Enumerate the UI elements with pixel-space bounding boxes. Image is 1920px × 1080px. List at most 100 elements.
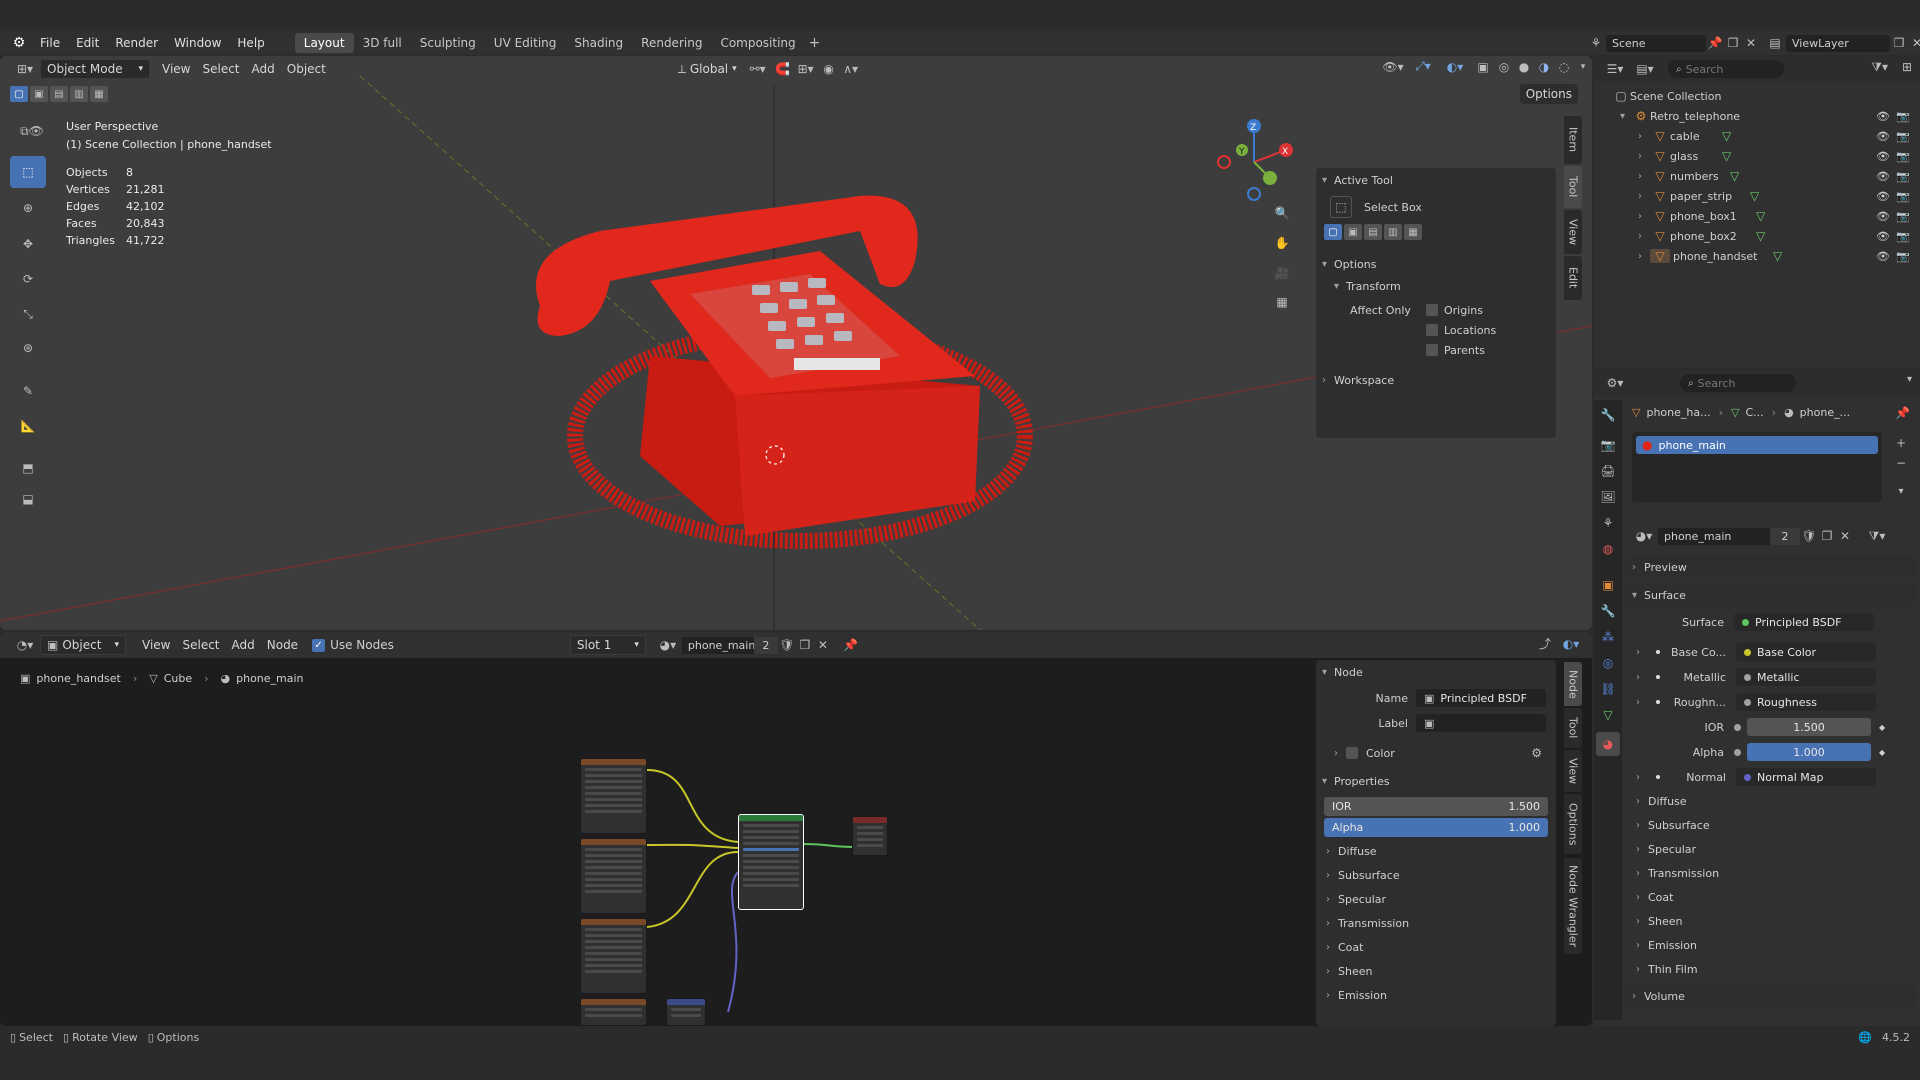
add-object-tool-icon[interactable]: ⬓ — [10, 484, 46, 514]
node-subsection-specular[interactable]: › Specular — [1316, 887, 1556, 911]
menu-window[interactable]: Window — [174, 36, 221, 50]
filter-icon[interactable]: ⧩▾ — [1871, 60, 1888, 75]
outliner-item[interactable]: › ▽ paper_strip ▽ 👁 📷 — [1594, 186, 1920, 206]
scale-tool-icon[interactable]: ⤡ — [10, 299, 46, 329]
node-label-field[interactable]: ▣ — [1416, 714, 1546, 732]
node-alpha-field[interactable]: Alpha 1.000 — [1324, 818, 1548, 837]
mode-set-icon[interactable]: ▢ — [1324, 224, 1342, 240]
surface-section[interactable]: ▾ Surface — [1626, 584, 1916, 606]
annotate-tool-icon[interactable]: ✎ — [10, 376, 46, 406]
viewport-3d[interactable]: ⊞▾ Object Mode ▾ View Select Add Object ⟂… — [0, 56, 1592, 630]
node-subsection-diffuse[interactable]: › Diffuse — [1316, 839, 1556, 863]
ior-field[interactable]: 1.500 — [1747, 718, 1871, 736]
add-slot-icon[interactable]: + — [1892, 436, 1910, 450]
node-editor[interactable]: ◔▾ ▣ Object ▾ View Select Add Node ✓ Use … — [0, 632, 1592, 1026]
node-overlays-icon[interactable]: ◐▾ — [1556, 637, 1586, 651]
node-subsection-subsurface[interactable]: › Subsurface — [1316, 863, 1556, 887]
pin-icon[interactable]: 📌 — [1706, 36, 1724, 50]
eye-icon[interactable]: 👁 — [1876, 210, 1890, 223]
transform-tool-icon[interactable]: ⊛ — [10, 333, 46, 363]
constraints-tab-icon[interactable]: ⛓ — [1598, 682, 1618, 696]
subsection-thin-film[interactable]: › Thin Film — [1626, 957, 1916, 981]
node-subsection-sheen[interactable]: › Sheen — [1316, 959, 1556, 983]
tab-shading[interactable]: Shading — [565, 33, 632, 53]
node-tab-view[interactable]: View — [1564, 750, 1582, 792]
rotate-tool-icon[interactable]: ⟳ — [10, 264, 46, 294]
browse-shader-icon[interactable]: ⧩▾ — [1864, 529, 1890, 544]
tab-rendering[interactable]: Rendering — [632, 33, 711, 53]
eye-icon[interactable]: 👁 — [1876, 250, 1890, 263]
chevron-right-icon[interactable]: › — [1636, 672, 1648, 683]
outliner-item[interactable]: › ▽ cable ▽ 👁 📷 — [1594, 126, 1920, 146]
camera-icon[interactable]: 📷 — [1896, 150, 1910, 163]
image-texture-node[interactable] — [580, 758, 647, 834]
active-tool-header[interactable]: ▾ Active Tool — [1316, 168, 1556, 192]
output-tab-icon[interactable]: 🖨 — [1598, 464, 1618, 478]
node-tab-tool[interactable]: Tool — [1564, 708, 1582, 748]
tab-uv-editing[interactable]: UV Editing — [485, 33, 566, 53]
remove-viewlayer-icon[interactable]: ✕ — [1908, 36, 1920, 50]
outliner-item-active[interactable]: › ▽ phone_handset ▽ 👁 📷 — [1594, 246, 1920, 266]
move-tool-icon[interactable]: ✥ — [10, 229, 46, 259]
material-slot-item[interactable]: ● phone_main — [1636, 436, 1878, 454]
tab-edit[interactable]: Edit — [1564, 256, 1582, 300]
chevron-right-icon[interactable]: › — [1636, 647, 1648, 658]
cursor-tool-icon[interactable]: ⊕ — [10, 193, 46, 223]
ortho-grid-icon[interactable]: ▦ — [1270, 290, 1294, 314]
chevron-right-icon[interactable]: › — [1636, 697, 1648, 708]
menu-help[interactable]: Help — [237, 36, 264, 50]
subsection-sheen[interactable]: › Sheen — [1626, 909, 1916, 933]
particles-tab-icon[interactable]: ⁂ — [1598, 630, 1618, 644]
normal-input[interactable]: Normal Map — [1736, 768, 1876, 786]
outliner-editor-icon[interactable]: ☰▾ — [1600, 62, 1630, 76]
base-color-input[interactable]: Base Color — [1736, 643, 1876, 661]
tab-compositing[interactable]: Compositing — [711, 33, 804, 53]
new-viewlayer-icon[interactable]: ❐ — [1890, 36, 1908, 50]
properties-editor-icon[interactable]: ⚙▾ — [1600, 376, 1630, 390]
subsection-coat[interactable]: › Coat — [1626, 885, 1916, 909]
scene-collection-row[interactable]: ▢ Scene Collection — [1594, 86, 1920, 106]
node-section-header[interactable]: ▾ Node — [1316, 660, 1556, 684]
tab-sculpting[interactable]: Sculpting — [411, 33, 485, 53]
camera-icon[interactable]: 📷 — [1896, 190, 1910, 203]
blender-logo-icon[interactable]: ⚙ — [8, 35, 30, 51]
camera-icon[interactable]: 📷 — [1896, 250, 1910, 263]
modifier-tab-icon[interactable]: 🔧 — [1598, 604, 1618, 618]
outliner-item[interactable]: › ▽ phone_box1 ▽ 👁 📷 — [1594, 206, 1920, 226]
world-tab-icon[interactable]: ◍ — [1598, 542, 1618, 556]
viewlayer-selector[interactable]: ▤ ViewLayer ❐ ✕ — [1764, 33, 1920, 53]
normal-map-node[interactable] — [666, 998, 706, 1026]
image-texture-node[interactable] — [580, 838, 647, 914]
unlink-icon[interactable]: ✕ — [1836, 529, 1854, 543]
origins-checkbox[interactable] — [1426, 304, 1438, 316]
camera-icon[interactable]: 📷 — [1896, 170, 1910, 183]
eye-icon[interactable]: 👁 — [1876, 150, 1890, 163]
tab-layout[interactable]: Layout — [294, 33, 354, 53]
material-tab-icon[interactable]: ◕ — [1596, 732, 1620, 756]
tab-3d-full[interactable]: 3D full — [354, 33, 411, 53]
alpha-field[interactable]: 1.000 — [1747, 743, 1871, 761]
material-users[interactable]: 2 — [1770, 527, 1800, 545]
parent-node-tree-icon[interactable]: ⤴ — [1534, 635, 1556, 652]
outliner-search[interactable]: ⌕ Search — [1668, 60, 1784, 78]
principled-bsdf-node[interactable] — [738, 814, 804, 910]
color-presets-icon[interactable]: ⚙ — [1531, 746, 1542, 760]
properties-section-header[interactable]: ▾ Properties — [1316, 769, 1556, 793]
camera-icon[interactable]: 📷 — [1896, 110, 1910, 123]
image-texture-node[interactable] — [580, 998, 647, 1026]
node-ior-field[interactable]: IOR 1.500 — [1324, 797, 1548, 816]
mode-extend-icon[interactable]: ▣ — [1344, 224, 1362, 240]
measure-tool-icon[interactable]: 📐 — [10, 411, 46, 441]
subsection-emission[interactable]: › Emission — [1626, 933, 1916, 957]
outliner-item[interactable]: › ▽ phone_box2 ▽ 👁 📷 — [1594, 226, 1920, 246]
tool-select-box[interactable]: ⬚ Select Box — [1316, 192, 1556, 222]
material-name-field[interactable]: phone_main — [1658, 527, 1770, 545]
zoom-icon[interactable]: 🔍 — [1270, 201, 1294, 225]
subsection-transmission[interactable]: › Transmission — [1626, 861, 1916, 885]
properties-options-icon[interactable]: ▾ — [1907, 374, 1912, 385]
material-browse-icon[interactable]: ◕▾ — [1630, 529, 1658, 543]
node-tab-options[interactable]: Options — [1564, 794, 1582, 854]
view-layer-tab-icon[interactable]: 🖼 — [1598, 490, 1618, 504]
image-texture-node[interactable] — [580, 918, 647, 994]
subsection-subsurface[interactable]: › Subsurface — [1626, 813, 1916, 837]
